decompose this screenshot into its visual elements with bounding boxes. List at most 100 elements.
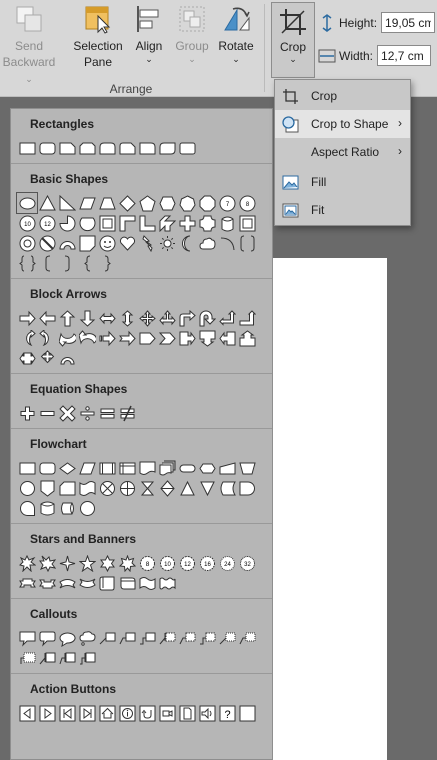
flowchart-merge-shape[interactable]	[197, 478, 217, 498]
star-16-point-shape[interactable]: 16	[197, 553, 217, 573]
lightning-bolt-shape[interactable]	[137, 233, 157, 253]
round-corner-rectangle-shape[interactable]	[137, 138, 157, 158]
left-up-arrow-shape[interactable]	[217, 308, 237, 328]
flowchart-or-shape[interactable]	[117, 478, 137, 498]
explosion-2-shape[interactable]	[37, 553, 57, 573]
plus-shape[interactable]	[177, 213, 197, 233]
flowchart-sort-shape[interactable]	[157, 478, 177, 498]
right-triangle-shape[interactable]	[57, 193, 77, 213]
star-32-point-shape[interactable]: 32	[237, 553, 257, 573]
division-sign-shape[interactable]	[77, 403, 97, 423]
explosion-1-shape[interactable]	[17, 553, 37, 573]
flowchart-connector-shape[interactable]	[17, 478, 37, 498]
flowchart-internal-storage-shape[interactable]	[117, 458, 137, 478]
line-callout-1-shape[interactable]	[97, 628, 117, 648]
flowchart-sequential-access-storage-shape[interactable]	[17, 498, 37, 518]
cube-shape[interactable]	[237, 213, 257, 233]
flowchart-document-shape[interactable]	[137, 458, 157, 478]
slide-canvas[interactable]	[255, 258, 387, 760]
crop-menu-item[interactable]: Crop	[275, 82, 410, 110]
left-right-up-arrow-shape[interactable]	[157, 308, 177, 328]
vertical-scroll-shape[interactable]	[97, 573, 117, 593]
horizontal-scroll-shape[interactable]	[117, 573, 137, 593]
curved-down-arrow-shape[interactable]	[77, 328, 97, 348]
ribbon-up-shape[interactable]	[17, 573, 37, 593]
flowchart-collate-shape[interactable]	[137, 478, 157, 498]
rectangle-rounded-shape[interactable]	[177, 138, 197, 158]
left-right-arrow-shape[interactable]	[97, 308, 117, 328]
shape-10[interactable]: 10	[17, 213, 37, 233]
notched-right-arrow-shape[interactable]	[117, 328, 137, 348]
snip-same-side-rectangle-shape[interactable]	[77, 138, 97, 158]
frame-shape[interactable]	[117, 213, 137, 233]
line-callout-1-no-border-shape[interactable]	[217, 628, 237, 648]
flowchart-decision-shape[interactable]	[57, 458, 77, 478]
right-bracket-shape[interactable]	[57, 253, 77, 273]
dodecagon-shape[interactable]: 8	[237, 193, 257, 213]
star-24-point-shape[interactable]: 24	[217, 553, 237, 573]
up-down-arrow-shape[interactable]	[117, 308, 137, 328]
teardrop-shape[interactable]	[97, 213, 117, 233]
decagon-shape[interactable]: 7	[217, 193, 237, 213]
flowchart-preparation-shape[interactable]	[197, 458, 217, 478]
aspect-ratio-menu-item[interactable]: Aspect Ratio ›	[275, 138, 410, 166]
plaque-shape[interactable]	[197, 213, 217, 233]
snip-round-rectangle-shape[interactable]	[117, 138, 137, 158]
line-callout-3-accent-bar-shape[interactable]	[197, 628, 217, 648]
fill-menu-item[interactable]: Fill	[275, 168, 410, 196]
heptagon-shape[interactable]	[177, 193, 197, 213]
up-arrow-shape[interactable]	[57, 308, 77, 328]
curved-ribbon-up-shape[interactable]	[57, 573, 77, 593]
star-5-point-shape[interactable]	[77, 553, 97, 573]
folded-corner-shape[interactable]	[97, 233, 117, 253]
action-button-help-shape[interactable]: ?	[217, 703, 237, 723]
curved-left-arrow-shape[interactable]	[37, 328, 57, 348]
bevel-shape[interactable]	[17, 233, 37, 253]
multiply-sign-shape[interactable]	[57, 403, 77, 423]
moon-shape[interactable]	[177, 233, 197, 253]
action-button-custom-shape[interactable]	[237, 703, 257, 723]
flowchart-manual-operation-shape[interactable]	[237, 458, 257, 478]
flowchart-terminator-shape[interactable]	[177, 458, 197, 478]
curved-right-arrow-shape[interactable]	[17, 328, 37, 348]
action-button-return-shape[interactable]	[137, 703, 157, 723]
pentagon-arrow-shape[interactable]	[137, 328, 157, 348]
line-callout-2-border-accent-shape[interactable]	[57, 648, 77, 668]
up-arrow-callout-shape[interactable]	[237, 328, 257, 348]
action-button-end-shape[interactable]	[77, 703, 97, 723]
octagon-shape[interactable]	[197, 193, 217, 213]
quad-arrow-shape[interactable]	[137, 308, 157, 328]
arc-shape[interactable]	[217, 233, 237, 253]
left-brace-shape[interactable]	[77, 253, 97, 273]
round-same-side-rectangle-shape[interactable]	[97, 138, 117, 158]
crop-to-shape-menu-item[interactable]: Crop to Shape ›	[275, 110, 410, 138]
action-button-movie-shape[interactable]	[157, 703, 177, 723]
group-button[interactable]: Group ⌄	[174, 4, 210, 64]
curved-up-arrow-shape[interactable]	[57, 328, 77, 348]
wave-shape[interactable]	[137, 573, 157, 593]
pie-shape[interactable]	[57, 213, 77, 233]
trapezoid-shape[interactable]	[97, 193, 117, 213]
striped-right-arrow-shape[interactable]	[97, 328, 117, 348]
parallelogram-shape[interactable]	[77, 193, 97, 213]
action-button-document-shape[interactable]	[177, 703, 197, 723]
flowchart-manual-input-shape[interactable]	[217, 458, 237, 478]
line-callout-1-accent-bar-shape[interactable]	[157, 628, 177, 648]
curved-ribbon-down-shape[interactable]	[77, 573, 97, 593]
line-callout-3-no-border-shape[interactable]	[17, 648, 37, 668]
rotate-button[interactable]: Rotate ⌄	[216, 4, 256, 64]
equal-sign-shape[interactable]	[97, 403, 117, 423]
l-shape[interactable]	[157, 213, 177, 233]
u-turn-arrow-shape[interactable]	[197, 308, 217, 328]
sun-shape[interactable]	[157, 233, 177, 253]
pentagon-shape[interactable]	[137, 193, 157, 213]
flowchart-summing-junction-shape[interactable]	[97, 478, 117, 498]
star-8-point-shape[interactable]: 8	[137, 553, 157, 573]
oval-shape[interactable]	[16, 192, 38, 214]
circular-arrow-shape[interactable]	[57, 348, 77, 368]
flowchart-magnetic-disk-shape[interactable]	[37, 498, 57, 518]
fit-menu-item[interactable]: Fit	[275, 196, 410, 224]
shape-12[interactable]: 12	[37, 213, 57, 233]
right-arrow-callout-shape[interactable]	[177, 328, 197, 348]
star-12-point-shape[interactable]: 12	[177, 553, 197, 573]
